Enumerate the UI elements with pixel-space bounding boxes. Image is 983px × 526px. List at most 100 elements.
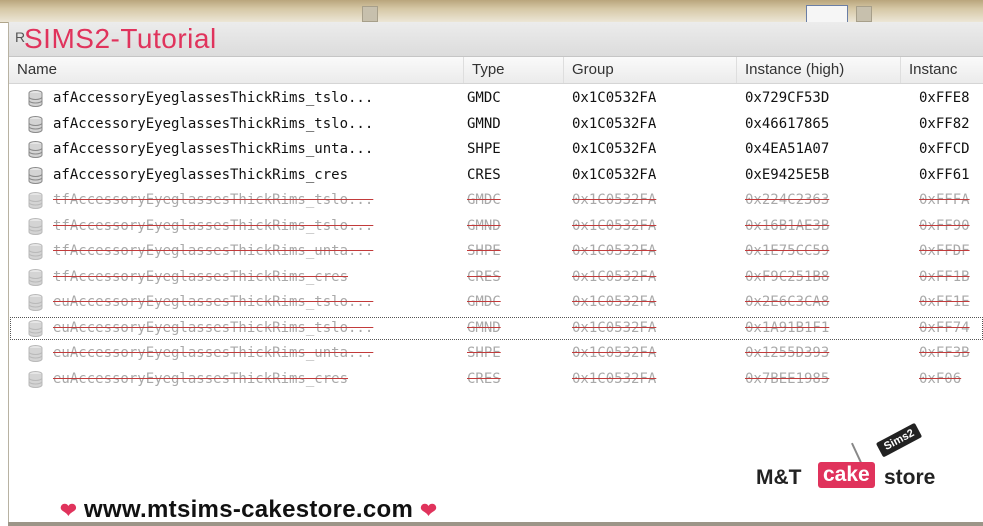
resource-group: 0x1C0532FA <box>572 115 657 132</box>
resource-group: 0x1C0532FA <box>572 294 657 310</box>
resource-group: 0x1C0532FA <box>572 370 657 387</box>
table-row[interactable]: tfAccessoryEyeglassesThickRims_tslo... GM… <box>9 214 983 240</box>
resource-type: CRES <box>467 370 501 387</box>
resource-group: 0x1C0532FA <box>572 345 657 361</box>
resource-type: GMND <box>467 217 501 234</box>
resource-group: 0x1C0532FA <box>572 243 657 259</box>
footer-watermark: ❤ www.mtsims-cakestore.com ❤ <box>60 496 437 524</box>
resource-instance: 0xFFCD <box>919 141 970 157</box>
resource-instance-high: 0xF9C251B8 <box>745 268 830 285</box>
resource-instance: 0xFF3B <box>919 345 970 361</box>
resource-name: euAccessoryEyeglassesThickRims_tslo... <box>53 319 374 336</box>
logo-mt: M&T <box>756 466 802 489</box>
resource-instance-high: 0x1E75CC59 <box>745 243 830 259</box>
window-bottom-border <box>8 522 983 526</box>
resource-instance-high: 0x4EA51A07 <box>745 141 830 157</box>
resource-instance: 0xFF1E <box>919 294 970 310</box>
resource-instance: 0xFFFA <box>919 192 970 208</box>
database-icon <box>28 243 43 260</box>
resource-instance: 0xF06 <box>919 370 962 387</box>
table-row[interactable]: tfAccessoryEyeglassesThickRims_unta... SH… <box>9 239 983 265</box>
database-icon <box>28 192 43 209</box>
database-icon <box>28 141 43 158</box>
resource-instance: 0xFF1B <box>919 268 970 285</box>
resource-name: euAccessoryEyeglassesThickRims_unta... <box>53 345 374 361</box>
brand-logo: Sims2 M&T cake store <box>756 422 956 502</box>
table-row[interactable]: euAccessoryEyeglassesThickRims_tslo... GM… <box>9 316 983 342</box>
resource-name: afAccessoryEyeglassesThickRims_tslo... <box>53 90 374 106</box>
resource-instance: 0xFF90 <box>919 217 970 234</box>
resource-instance: 0xFF61 <box>919 166 970 183</box>
scroll-button[interactable] <box>856 6 872 22</box>
watermark-title: SIMS2-Tutorial <box>24 23 217 54</box>
resource-instance-high: 0x1255D393 <box>745 345 830 361</box>
resource-instance-high: 0xE9425E5B <box>745 166 830 183</box>
resource-instance-high: 0x224C2363 <box>745 192 830 208</box>
column-header-instance-high[interactable]: Instance (high) <box>737 57 901 83</box>
resource-group: 0x1C0532FA <box>572 319 657 336</box>
resource-instance-high: 0x7BEE1985 <box>745 370 830 387</box>
scroll-button[interactable] <box>362 6 378 22</box>
resource-name: tfAccessoryEyeglassesThickRims_tslo... <box>53 217 374 234</box>
resource-group: 0x1C0532FA <box>572 141 657 157</box>
resource-type: SHPE <box>467 345 501 361</box>
dropdown-field[interactable] <box>806 5 848 23</box>
database-icon <box>28 90 43 107</box>
database-icon <box>28 115 43 133</box>
column-header-instance[interactable]: Instanc <box>901 57 983 83</box>
database-icon <box>28 294 43 311</box>
logo-store: store <box>884 466 936 489</box>
logo-cake: cake <box>818 462 875 488</box>
table-row[interactable]: tfAccessoryEyeglassesThickRims_tslo... GM… <box>9 188 983 214</box>
database-icon <box>28 166 43 184</box>
resource-name: euAccessoryEyeglassesThickRims_cres <box>53 370 349 387</box>
table-row[interactable]: euAccessoryEyeglassesThickRims_tslo... GM… <box>9 290 983 316</box>
resource-instance: 0xFFDF <box>919 243 970 259</box>
table-row[interactable]: tfAccessoryEyeglassesThickRims_cres CRES 0… <box>9 265 983 291</box>
resource-type: CRES <box>467 166 501 183</box>
resource-instance: 0xFF74 <box>919 319 970 336</box>
resource-instance-high: 0x1A91B1F1 <box>745 319 830 336</box>
resource-group: 0x1C0532FA <box>572 217 657 234</box>
heart-icon: ❤ <box>60 500 78 522</box>
resource-list: afAccessoryEyeglassesThickRims_tslo... GM… <box>9 86 983 392</box>
column-header-group[interactable]: Group <box>564 57 737 83</box>
table-row[interactable]: afAccessoryEyeglassesThickRims_unta... SH… <box>9 137 983 163</box>
database-icon <box>28 370 43 388</box>
table-row[interactable]: afAccessoryEyeglassesThickRims_tslo... GM… <box>9 112 983 138</box>
window-top-strip <box>0 0 983 23</box>
column-header: Name Type Group Instance (high) Instanc <box>9 57 983 84</box>
resource-type: SHPE <box>467 141 501 157</box>
table-row[interactable]: afAccessoryEyeglassesThickRims_cres CRES 0… <box>9 163 983 189</box>
resource-type: CRES <box>467 268 501 285</box>
column-header-type[interactable]: Type <box>464 57 564 83</box>
resource-group: 0x1C0532FA <box>572 166 657 183</box>
column-header-name[interactable]: Name <box>9 57 464 83</box>
database-icon <box>28 268 43 286</box>
heart-icon: ❤ <box>420 500 438 522</box>
resource-instance-high: 0x729CF53D <box>745 90 830 106</box>
resource-type: GMND <box>467 319 501 336</box>
table-row[interactable]: euAccessoryEyeglassesThickRims_unta... SH… <box>9 341 983 367</box>
database-icon <box>28 319 43 337</box>
website-url: www.mtsims-cakestore.com <box>84 496 414 523</box>
resource-type: SHPE <box>467 243 501 259</box>
resource-name: afAccessoryEyeglassesThickRims_unta... <box>53 141 374 157</box>
resource-name: tfAccessoryEyeglassesThickRims_cres <box>53 268 349 285</box>
resource-instance: 0xFFE8 <box>919 90 970 106</box>
table-row[interactable]: afAccessoryEyeglassesThickRims_tslo... GM… <box>9 86 983 112</box>
resource-type: GMDC <box>467 294 501 310</box>
resource-group: 0x1C0532FA <box>572 268 657 285</box>
table-row[interactable]: euAccessoryEyeglassesThickRims_cres CRES 0… <box>9 367 983 393</box>
tab-bar: R SIMS2-Tutorial <box>9 22 983 57</box>
resource-group: 0x1C0532FA <box>572 192 657 208</box>
resource-instance-high: 0x2E6C3CA8 <box>745 294 830 310</box>
resource-type: GMND <box>467 115 501 132</box>
resource-type: GMDC <box>467 192 501 208</box>
resource-group: 0x1C0532FA <box>572 90 657 106</box>
database-icon <box>28 345 43 362</box>
resource-name: tfAccessoryEyeglassesThickRims_unta... <box>53 243 374 259</box>
resource-name: afAccessoryEyeglassesThickRims_tslo... <box>53 115 374 132</box>
resource-instance-high: 0x46617865 <box>745 115 830 132</box>
resource-instance-high: 0x16B1AE3B <box>745 217 830 234</box>
